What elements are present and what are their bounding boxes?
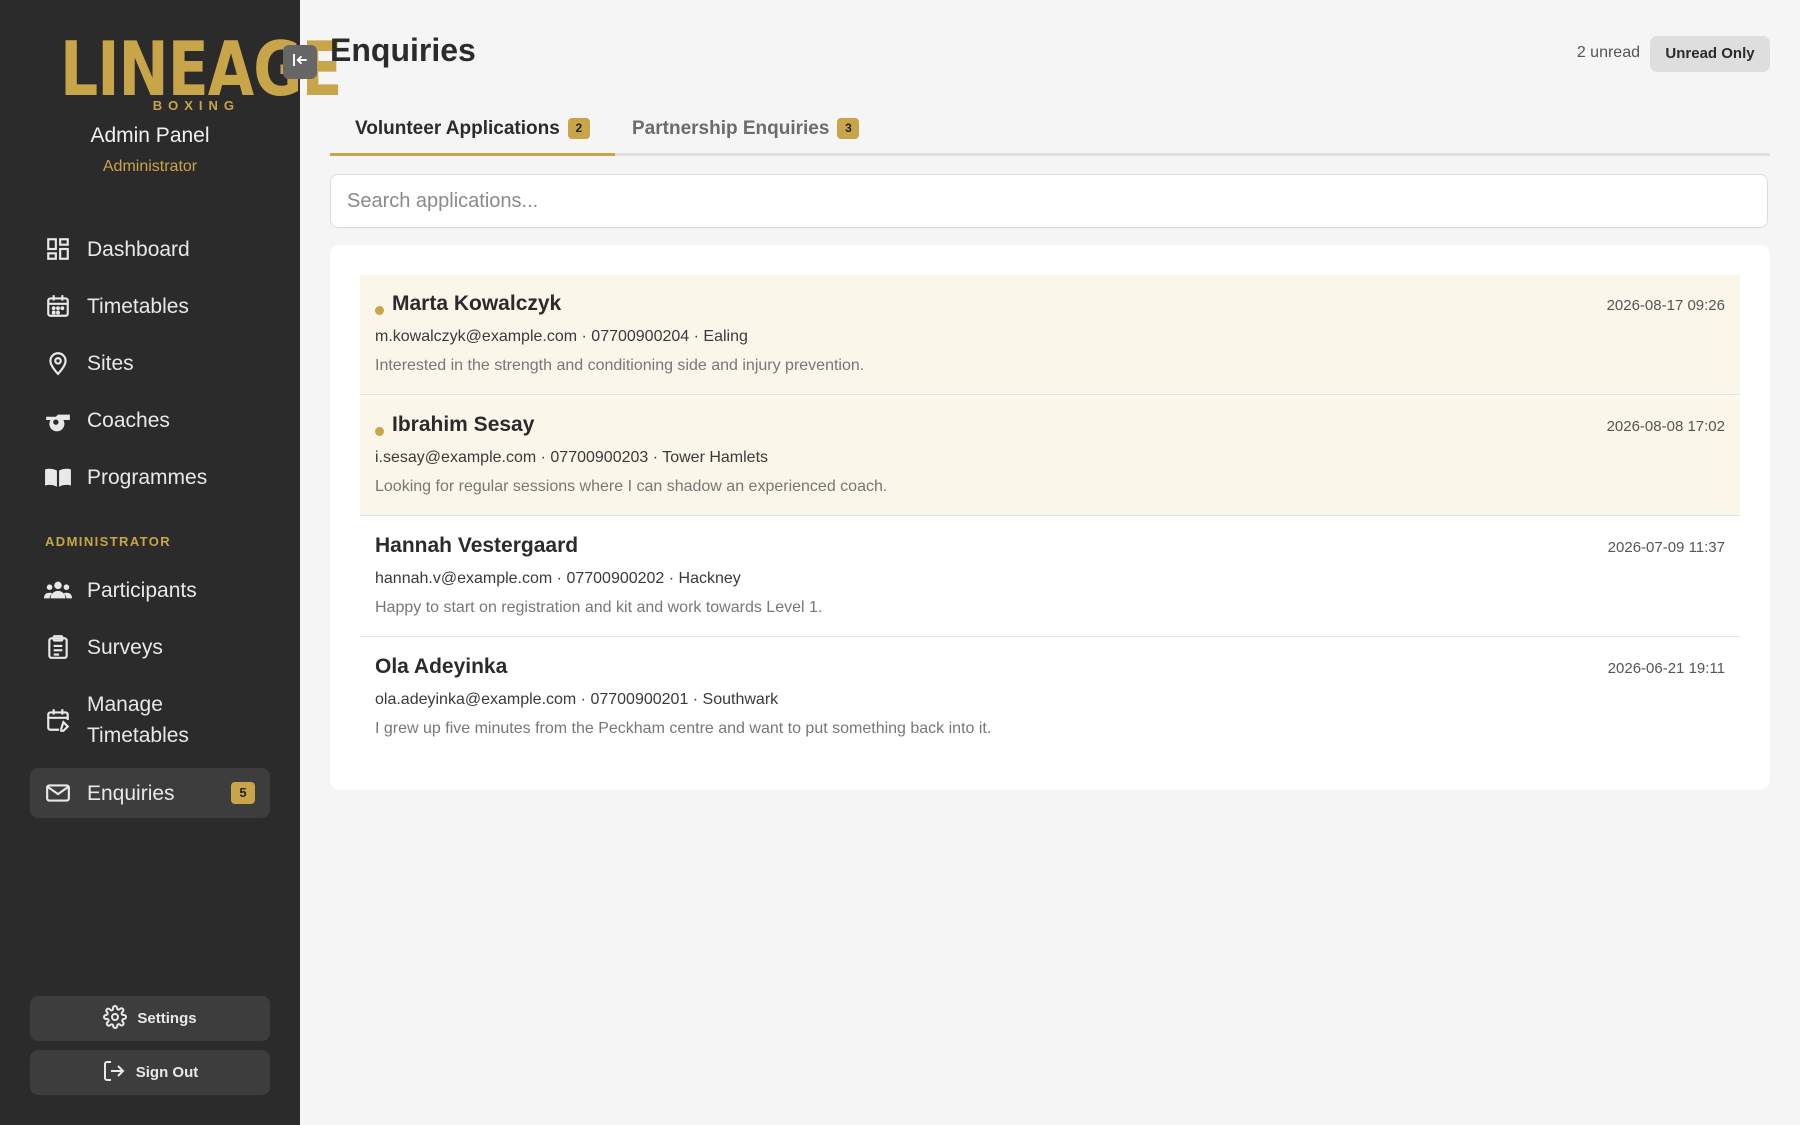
sign-out-icon	[102, 1059, 126, 1087]
tab-label: Partnership Enquiries	[632, 117, 830, 139]
received-date: 2026-08-08 17:02	[1606, 418, 1725, 435]
enquiries-count-badge: 5	[231, 782, 255, 804]
collapse-left-icon	[291, 51, 309, 74]
applicant-contact: i.sesay@example.com · 07700900203 · Towe…	[375, 449, 769, 466]
sidebar-item-manage-timetables[interactable]: Manage Timetables	[30, 688, 270, 752]
sidebar-item-label: Programmes	[87, 465, 208, 489]
applicant-name: Hannah Vestergaard	[375, 534, 579, 557]
sidebar-item-label: Timetables	[87, 294, 189, 318]
sidebar-item-surveys[interactable]: Surveys	[30, 622, 270, 672]
unread-count: 2 unread	[1576, 44, 1640, 61]
collapse-sidebar-button[interactable]	[283, 45, 317, 79]
sidebar-item-programmes[interactable]: Programmes	[30, 452, 270, 502]
sign-out-label: Sign Out	[135, 1064, 199, 1081]
logo-subtitle: BOXING	[152, 98, 240, 113]
unread-dot	[375, 427, 384, 436]
search-input[interactable]	[330, 174, 1768, 228]
sidebar-item-sites[interactable]: Sites	[30, 338, 270, 388]
applicant-message: Happy to start on registration and kit a…	[375, 599, 823, 616]
sidebar-item-participants[interactable]: Participants	[30, 565, 270, 615]
applicant-message: Interested in the strength and condition…	[375, 357, 865, 374]
sidebar-item-coaches[interactable]: Coaches	[30, 395, 270, 445]
sidebar-item-label: Surveys	[87, 635, 163, 659]
tab-volunteer-applications[interactable]: Volunteer Applications 2	[330, 104, 615, 156]
dashboard-icon	[44, 235, 72, 263]
applicant-contact: hannah.v@example.com · 07700900202 · Hac…	[375, 570, 741, 587]
people-icon	[44, 576, 72, 604]
list-item[interactable]: Ola Adeyinka 2026-06-21 19:11 ola.adeyin…	[360, 638, 1740, 758]
received-date: 2026-07-09 11:37	[1607, 539, 1725, 556]
list-item[interactable]: Hannah Vestergaard 2026-07-09 11:37 hann…	[360, 517, 1740, 637]
applicant-message: I grew up five minutes from the Peckham …	[375, 720, 992, 737]
sidebar-item-enquiries[interactable]: Enquiries 5	[30, 768, 270, 818]
page-title: Enquiries	[330, 32, 476, 68]
list-item[interactable]: Ibrahim Sesay 2026-08-08 17:02 i.sesay@e…	[360, 396, 1740, 516]
applications-list: Marta Kowalczyk 2026-08-17 09:26 m.kowal…	[330, 245, 1770, 790]
applicant-name: Marta Kowalczyk	[392, 292, 562, 315]
unread-only-button[interactable]: Unread Only	[1650, 36, 1770, 72]
panel-title: Admin Panel	[90, 124, 210, 147]
tab-partnership-enquiries[interactable]: Partnership Enquiries 3	[632, 104, 860, 153]
admin-section-label: ADMINISTRATOR	[45, 534, 172, 549]
tab-count-badge: 2	[567, 118, 590, 139]
lineage-boxing-logo: LINEAGE BOXING	[60, 30, 342, 114]
settings-button[interactable]: Settings	[30, 996, 270, 1041]
book-icon	[44, 463, 72, 491]
settings-label: Settings	[137, 1010, 197, 1027]
applicant-contact: m.kowalczyk@example.com · 07700900204 · …	[375, 328, 748, 345]
calendar-icon	[44, 292, 72, 320]
applicant-contact: ola.adeyinka@example.com · 07700900201 ·…	[375, 691, 779, 708]
clipboard-icon	[44, 633, 72, 661]
unread-dot	[375, 306, 384, 315]
received-date: 2026-08-17 09:26	[1606, 297, 1725, 314]
applicant-name: Ola Adeyinka	[375, 655, 508, 678]
sidebar-item-label: Manage Timetables	[87, 693, 189, 747]
applicant-message: Looking for regular sessions where I can…	[375, 478, 888, 495]
tab-label: Volunteer Applications	[355, 117, 560, 139]
tab-count-badge: 3	[837, 118, 860, 139]
gear-icon	[103, 1004, 128, 1033]
sidebar-item-label: Sites	[87, 351, 134, 375]
sidebar-item-label: Enquiries	[87, 781, 175, 805]
sidebar-item-dashboard[interactable]: Dashboard	[30, 224, 270, 274]
enquiry-tabs: Volunteer Applications 2 Partnership Enq…	[330, 104, 1770, 156]
sidebar-item-timetables[interactable]: Timetables	[30, 281, 270, 331]
sign-out-button[interactable]: Sign Out	[30, 1050, 270, 1095]
list-item[interactable]: Marta Kowalczyk 2026-08-17 09:26 m.kowal…	[360, 275, 1740, 395]
mail-icon	[44, 779, 72, 807]
sidebar: LINEAGE BOXING Admin Panel Administrator…	[0, 0, 342, 1125]
sidebar-item-label: Coaches	[87, 408, 170, 432]
whistle-icon	[44, 406, 72, 434]
user-role: Administrator	[102, 158, 198, 175]
applicant-name: Ibrahim Sesay	[392, 413, 535, 436]
sidebar-item-label: Dashboard	[87, 237, 190, 261]
received-date: 2026-06-21 19:11	[1607, 660, 1725, 677]
sidebar-item-label: Participants	[87, 578, 197, 602]
calendar-edit-icon	[44, 706, 72, 734]
location-pin-icon	[44, 349, 72, 377]
